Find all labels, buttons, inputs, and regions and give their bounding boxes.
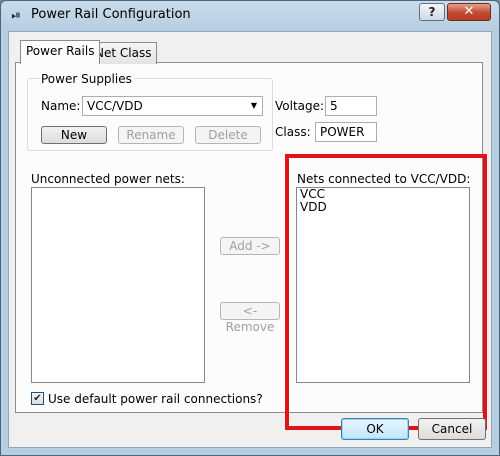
rename-button[interactable]: Rename (118, 126, 184, 144)
use-default-label[interactable]: Use default power rail connections? (48, 392, 263, 406)
dialog-client-area: Power Rails Net Class Power Supplies Nam… (8, 31, 492, 448)
ok-button[interactable]: OK (341, 418, 409, 440)
class-label: Class: (275, 125, 311, 139)
voltage-label: Voltage: (275, 99, 325, 113)
tab-power-rails[interactable]: Power Rails (20, 40, 101, 64)
add-button[interactable]: Add -> (220, 237, 280, 255)
voltage-field[interactable]: 5 (325, 96, 377, 116)
unconnected-nets-label: Unconnected power nets: (31, 172, 185, 186)
dialog-window: ⏯ Power Rail Configuration ? ✕ Power Rai… (0, 0, 500, 456)
new-button[interactable]: New (41, 126, 107, 144)
power-supplies-label: Power Supplies (39, 72, 134, 86)
name-label: Name: (41, 99, 81, 113)
app-icon: ⏯ (11, 8, 21, 22)
check-icon: ✔ (33, 393, 42, 404)
unconnected-nets-list[interactable] (31, 187, 205, 383)
class-field[interactable]: POWER (315, 122, 377, 142)
cancel-button[interactable]: Cancel (418, 418, 486, 440)
window-title: Power Rail Configuration (31, 7, 191, 22)
use-default-checkbox[interactable]: ✔ (31, 392, 44, 405)
remove-button[interactable]: <- Remove (220, 302, 280, 334)
delete-button[interactable]: Delete (195, 126, 261, 144)
title-bar[interactable]: ⏯ Power Rail Configuration ? ✕ (1, 1, 499, 31)
highlight-box (285, 154, 487, 430)
chevron-down-icon[interactable]: ▼ (249, 99, 259, 113)
name-select[interactable]: VCC/VDD (82, 96, 263, 116)
close-button[interactable]: ✕ (447, 3, 491, 21)
help-button[interactable]: ? (419, 3, 445, 21)
